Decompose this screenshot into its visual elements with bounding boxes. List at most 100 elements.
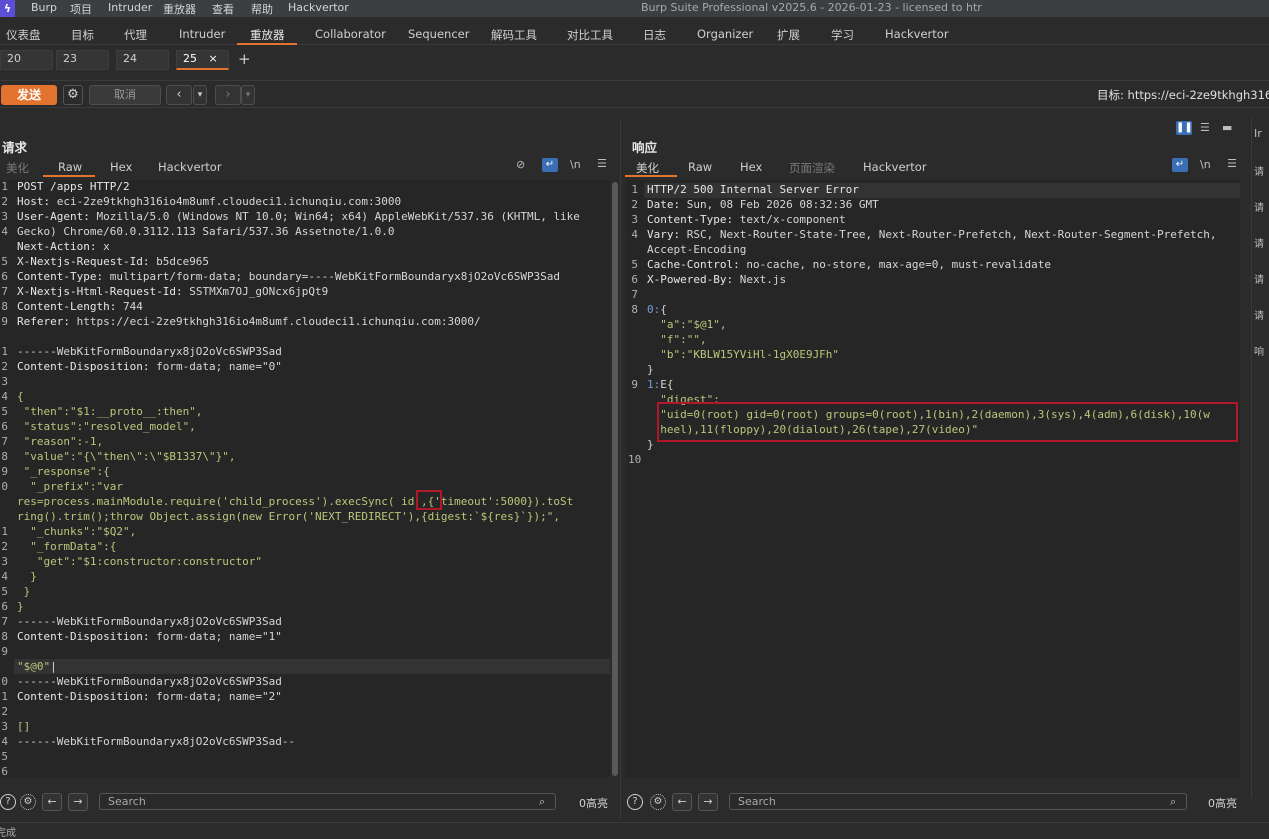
forward-arrow-icon[interactable]: › — [215, 85, 241, 105]
inspector-item[interactable]: 请 — [1254, 199, 1264, 214]
code-line: ring().trim();throw Object.assign(new Er… — [17, 510, 561, 523]
response-tab-pretty[interactable]: 美化 — [636, 160, 659, 176]
tab-sequencer[interactable]: Sequencer — [408, 27, 469, 41]
layout-split-icon[interactable]: ❚❚ — [1176, 121, 1193, 135]
newline-icon[interactable]: \n — [1200, 158, 1211, 171]
menu-hackvertor[interactable]: Hackvertor — [288, 1, 349, 14]
close-icon[interactable]: × — [209, 52, 218, 65]
code-line: ------WebKitFormBoundaryx8jO2oVc6SWP3Sad — [17, 615, 282, 628]
cancel-button[interactable]: 取消 — [89, 85, 161, 105]
request-tab-hackvertor[interactable]: Hackvertor — [158, 160, 222, 174]
request-tab-pretty[interactable]: 美化 — [6, 160, 29, 176]
tab-dashboard[interactable]: 仪表盘 — [6, 27, 41, 43]
gear-icon[interactable]: ⚙ — [63, 85, 83, 105]
response-tab-hex[interactable]: Hex — [740, 160, 762, 174]
code-line: Vary: RSC, Next-Router-State-Tree, Next-… — [647, 228, 1217, 241]
help-icon[interactable]: ? — [627, 794, 643, 810]
menu-icon[interactable]: ☰ — [1227, 157, 1237, 170]
tab-intruder[interactable]: Intruder — [179, 27, 225, 41]
tab-learn[interactable]: 学习 — [831, 27, 854, 43]
newline-icon[interactable]: \n — [570, 158, 581, 171]
tab-proxy[interactable]: 代理 — [124, 27, 147, 43]
response-tab-render[interactable]: 页面渲染 — [789, 160, 835, 176]
forward-dropdown-icon[interactable]: ▾ — [241, 85, 255, 105]
code-line: POST /apps HTTP/2 — [17, 180, 130, 193]
code-line: Content-Type: text/x-component — [647, 213, 846, 226]
response-search-input[interactable]: Search — [729, 793, 1187, 810]
menu-icon[interactable]: ☰ — [597, 157, 607, 170]
tab-organizer[interactable]: Organizer — [697, 27, 753, 41]
back-dropdown-icon[interactable]: ▾ — [193, 85, 207, 105]
inspector-item[interactable]: 请 — [1254, 271, 1264, 286]
tab-logger[interactable]: 日志 — [643, 27, 666, 43]
menu-project[interactable]: 项目 — [70, 1, 92, 17]
gear-icon[interactable]: ⚙ — [650, 794, 666, 810]
response-editor[interactable]: 1 2 3 4 5 6 7 8 9 10 HTTP/2 500 Internal Server E… — [626, 180, 1240, 778]
menu-intruder[interactable]: Intruder — [108, 1, 152, 14]
code-line: res=process.mainModule.require('child_pr… — [17, 495, 574, 508]
menu-help[interactable]: 帮助 — [251, 1, 273, 17]
inspector-item[interactable]: 响 — [1254, 343, 1264, 358]
tab-hackvertor[interactable]: Hackvertor — [885, 27, 949, 41]
panel-divider[interactable] — [620, 120, 621, 820]
code-line: "then":"$1:__proto__:then", — [17, 405, 203, 418]
next-arrow-icon[interactable]: → — [68, 793, 88, 811]
request-scrollbar[interactable] — [612, 182, 618, 776]
response-tab-raw[interactable]: Raw — [688, 160, 712, 174]
next-arrow-icon[interactable]: → — [698, 793, 718, 811]
wrap-icon[interactable]: ↵ — [1172, 158, 1188, 172]
code-line: 1:E{ — [647, 378, 674, 391]
repeater-tab-20[interactable]: 20 — [0, 50, 53, 70]
tab-comparer[interactable]: 对比工具 — [567, 27, 613, 43]
tab-extensions[interactable]: 扩展 — [777, 27, 800, 43]
hide-icon[interactable]: ⊘ — [516, 158, 525, 171]
menu-view[interactable]: 查看 — [212, 1, 234, 17]
prev-arrow-icon[interactable]: ← — [672, 793, 692, 811]
wrap-icon[interactable]: ↵ — [542, 158, 558, 172]
request-tab-hex[interactable]: Hex — [110, 160, 132, 174]
tab-collaborator[interactable]: Collaborator — [315, 27, 386, 41]
cursor-line — [14, 659, 610, 674]
main-tabs: 仪表盘 目标 代理 Intruder 重放器 Collaborator Sequ… — [0, 24, 1269, 45]
tab-target[interactable]: 目标 — [71, 27, 94, 43]
layout-tabs-icon[interactable]: ▬ — [1222, 121, 1232, 134]
target-label[interactable]: 目标: https://eci-2ze9tkhgh316io4 — [1097, 87, 1269, 103]
code-line: HTTP/2 500 Internal Server Error — [647, 183, 859, 196]
menu-repeater[interactable]: 重放器 — [163, 1, 196, 17]
code-line: "reason":-1, — [17, 435, 104, 448]
inspector-item[interactable]: 请 — [1254, 235, 1264, 250]
inspector-item[interactable]: 请 — [1254, 307, 1264, 322]
line-number: 5 — [1, 255, 8, 268]
repeater-tab-24[interactable]: 24 — [116, 50, 169, 70]
inspector-label[interactable]: Ir — [1254, 127, 1262, 140]
repeater-tab-label: 20 — [7, 52, 21, 65]
code-line: ------WebKitFormBoundaryx8jO2oVc6SWP3Sad… — [17, 735, 296, 748]
prev-arrow-icon[interactable]: ← — [42, 793, 62, 811]
line-number: 9 — [1, 645, 8, 658]
request-search-input[interactable]: Search — [99, 793, 556, 810]
menu-burp[interactable]: Burp — [31, 1, 57, 14]
line-number: 5 — [1, 750, 8, 763]
code-line: Next-Action: x — [17, 240, 110, 253]
request-tab-raw[interactable]: Raw — [58, 160, 82, 174]
help-icon[interactable]: ? — [0, 794, 16, 810]
search-icon: ⌕ — [1170, 795, 1177, 808]
response-tab-hackvertor[interactable]: Hackvertor — [863, 160, 927, 174]
gear-icon[interactable]: ⚙ — [20, 794, 36, 810]
tab-decoder[interactable]: 解码工具 — [491, 27, 537, 43]
code-line: "_prefix":"var — [17, 480, 123, 493]
line-number: 4 — [1, 570, 8, 583]
repeater-tab-25[interactable]: 25 × — [176, 50, 229, 70]
line-number: 3 — [1, 375, 8, 388]
line-number: 1 — [631, 183, 638, 196]
back-arrow-icon[interactable]: ‹ — [166, 85, 192, 105]
request-editor[interactable]: 123456789123456789012345678901234567 POS… — [0, 180, 610, 778]
repeater-tab-23[interactable]: 23 — [56, 50, 109, 70]
line-number: 3 — [631, 213, 638, 226]
add-tab-icon[interactable]: + — [238, 50, 251, 68]
layout-horizontal-icon[interactable]: ☰ — [1200, 121, 1210, 134]
inspector-item[interactable]: 请 — [1254, 163, 1264, 178]
send-button[interactable]: 发送 — [1, 85, 57, 105]
line-number: 8 — [631, 303, 638, 316]
tab-repeater[interactable]: 重放器 — [250, 27, 285, 43]
